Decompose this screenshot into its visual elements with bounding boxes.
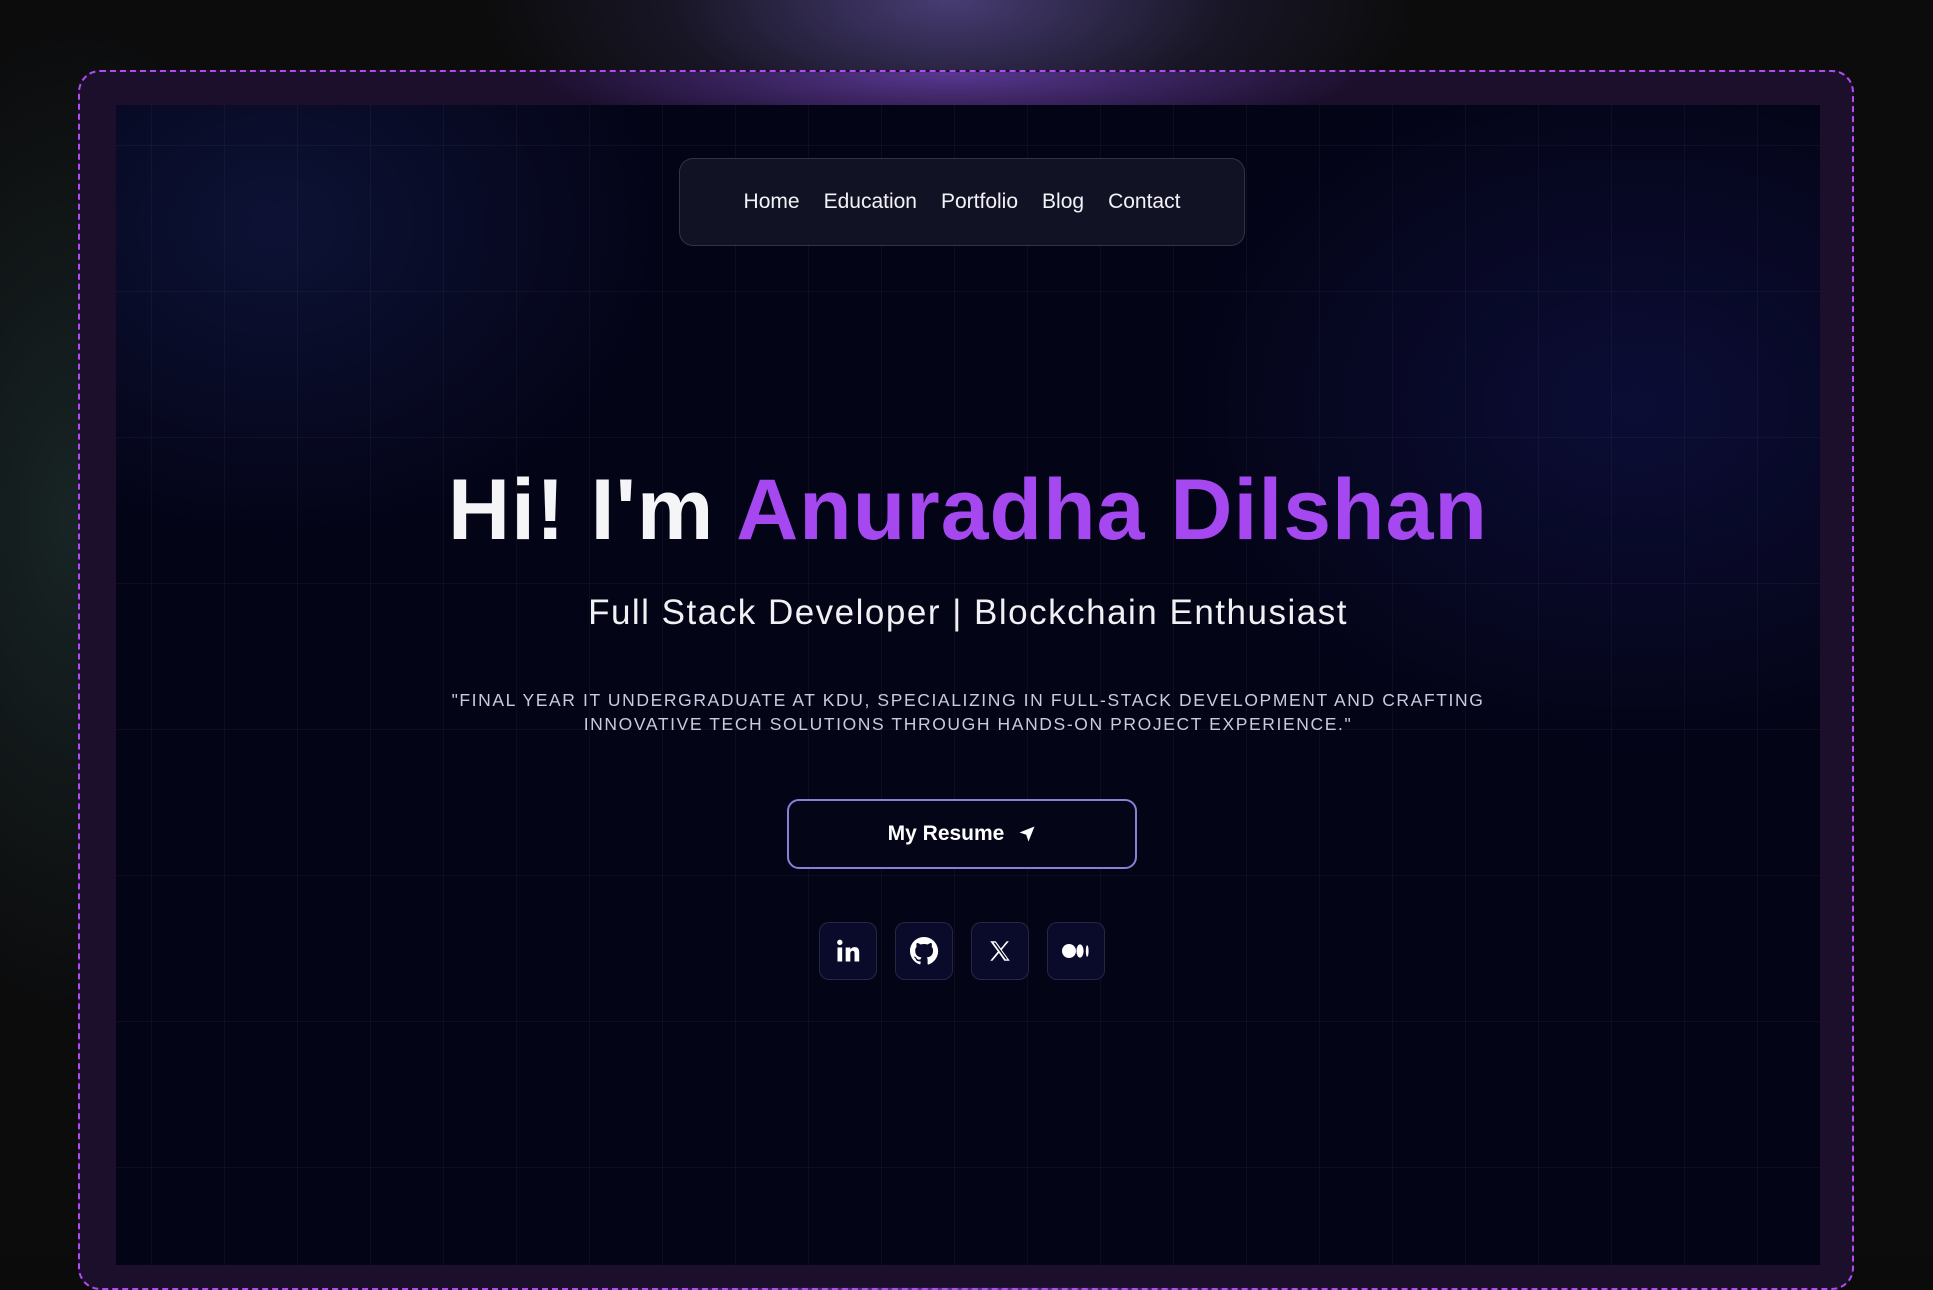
linkedin-icon	[834, 937, 862, 965]
resume-button-label: My Resume	[887, 822, 1005, 845]
x-icon	[987, 938, 1013, 964]
medium-icon	[1061, 941, 1091, 961]
github-button[interactable]	[895, 922, 953, 980]
top-navigation: Home Education Portfolio Blog Contact	[679, 158, 1245, 246]
x-twitter-button[interactable]	[971, 922, 1029, 980]
hero-greeting: Hi! I'm	[448, 462, 737, 558]
medium-button[interactable]	[1047, 922, 1105, 980]
hero-name: Anuradha Dilshan	[736, 462, 1488, 558]
github-icon	[908, 935, 940, 967]
nav-link-blog[interactable]: Blog	[1042, 190, 1084, 214]
nav-link-contact[interactable]: Contact	[1108, 190, 1180, 214]
background-grid	[116, 105, 1820, 1265]
nav-link-home[interactable]: Home	[744, 190, 800, 214]
linkedin-button[interactable]	[819, 922, 877, 980]
portfolio-page: Home Education Portfolio Blog Contact Hi…	[116, 105, 1820, 1265]
my-resume-button[interactable]: My Resume	[787, 799, 1137, 869]
hero-heading: Hi! I'm Anuradha Dilshan	[116, 461, 1820, 560]
nav-link-education[interactable]: Education	[824, 190, 917, 214]
hero-subtitle: Full Stack Developer | Blockchain Enthus…	[588, 593, 1348, 632]
nav-link-portfolio[interactable]: Portfolio	[941, 190, 1018, 214]
hero-quote: "FINAL YEAR IT UNDERGRADUATE AT KDU, SPE…	[451, 690, 1485, 734]
social-links	[819, 922, 1105, 980]
send-arrow-icon	[1018, 825, 1036, 843]
